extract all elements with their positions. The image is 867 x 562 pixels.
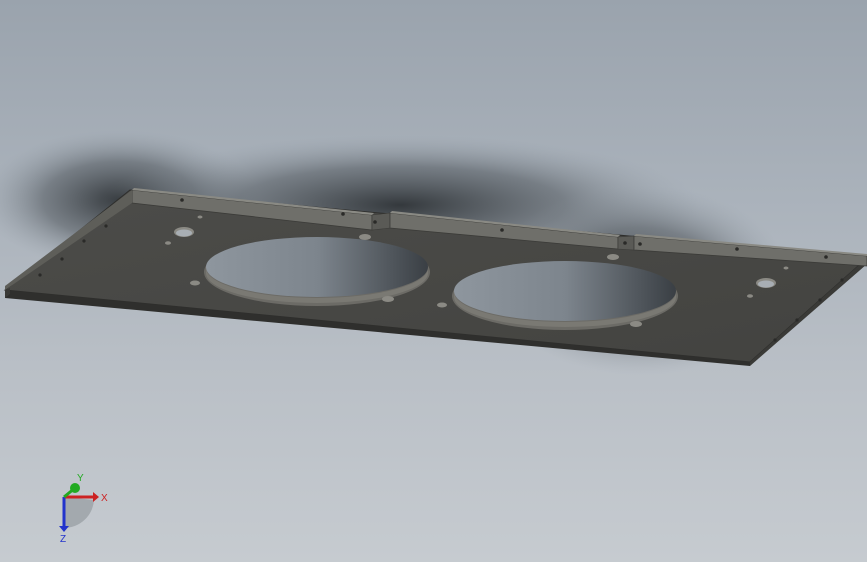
large-cutout-right[interactable] — [452, 261, 678, 330]
model-view[interactable]: X Y Z — [0, 0, 867, 562]
z-axis-label: Z — [60, 534, 66, 545]
large-cutout-left[interactable] — [204, 237, 430, 306]
coordinate-triad: X Y Z — [59, 473, 108, 545]
y-axis-label: Y — [77, 473, 84, 484]
triad-plane — [64, 497, 94, 529]
graphics-viewport[interactable]: X Y Z — [0, 0, 867, 562]
x-axis-label: X — [101, 493, 108, 504]
